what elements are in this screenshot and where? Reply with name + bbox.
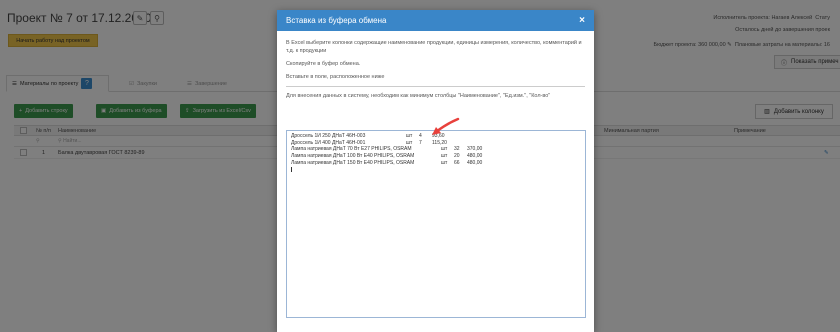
text-caret	[291, 166, 292, 172]
paste-line: Дроссель 1И 400 ДНаТ 46Н-001 шт 7 115,20	[291, 139, 447, 146]
dialog-header: Вставка из буфера обмена ×	[277, 10, 594, 31]
instruction-3: Вставьте в поле, расположенное ниже	[286, 74, 385, 80]
dialog-title: Вставка из буфера обмена	[286, 16, 387, 25]
red-arrow-annotation	[432, 117, 460, 135]
instruction-2: Скопируйте в буфер обмена.	[286, 61, 361, 67]
instruction-1: В Excel выберите колонки содержащие наим…	[286, 40, 582, 54]
paste-line: Лампа натриевая ДНаТ 70 Вт E27 PHILIPS, …	[291, 146, 483, 153]
close-icon[interactable]: ×	[579, 15, 585, 26]
dialog-body: В Excel выберите колонки содержащие наим…	[277, 31, 594, 113]
instruction-4: Для внесения данных в систему, необходим…	[286, 93, 551, 99]
paste-line: Лампа натриевая ДНаТ 150 Вт E40 PHILIPS,…	[291, 159, 483, 166]
paste-line: Лампа натриевая ДНаТ 100 Вт E40 PHILIPS,…	[291, 153, 483, 160]
paste-textarea[interactable]: Дроссель 1И 250 ДНаТ 46Н-003 шт 4 93,60 Дро…	[286, 130, 586, 318]
divider	[286, 86, 585, 87]
